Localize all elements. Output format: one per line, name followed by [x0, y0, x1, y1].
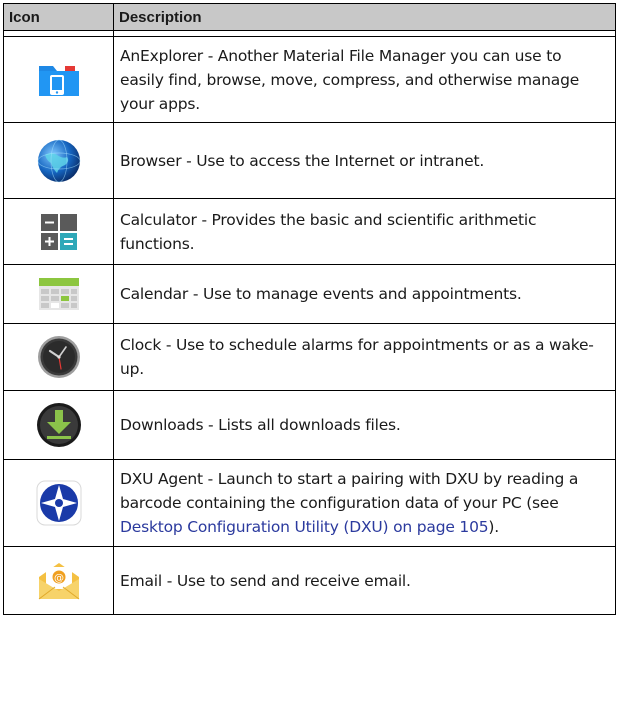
table-row: Browser - Use to access the Internet or …	[3, 122, 616, 199]
dxu-page-link[interactable]: Desktop Configuration Utility (DXU) on p…	[120, 518, 489, 536]
table-row: AnExplorer - Another Material File Manag…	[3, 36, 616, 123]
row-description: DXU Agent - Launch to start a pairing wi…	[113, 459, 616, 547]
calendar-icon	[35, 270, 83, 318]
anexplorer-folder-icon	[35, 56, 83, 104]
row-description-text-end: ).	[488, 518, 499, 536]
table-row: DXU Agent - Launch to start a pairing wi…	[3, 459, 616, 547]
icon-column-header: Icon	[3, 3, 114, 31]
row-description: Clock - Use to schedule alarms for appoi…	[113, 323, 616, 391]
description-column-header: Description	[113, 3, 616, 31]
table-row: Clock - Use to schedule alarms for appoi…	[3, 323, 616, 391]
row-description: Calculator - Provides the basic and scie…	[113, 198, 616, 265]
row-description-text: DXU Agent - Launch to start a pairing wi…	[120, 470, 579, 512]
clock-icon	[35, 333, 83, 381]
globe-icon	[35, 137, 83, 185]
row-description: Browser - Use to access the Internet or …	[113, 122, 616, 199]
download-icon	[35, 401, 83, 449]
row-description: Downloads - Lists all downloads files.	[113, 390, 616, 460]
row-description: AnExplorer - Another Material File Manag…	[113, 36, 616, 123]
table-row: @ Email - Use to send and receive email.	[3, 546, 616, 615]
svg-text:@: @	[54, 573, 64, 584]
apps-table: Icon Description AnExplorer - Another Ma…	[3, 3, 616, 615]
calculator-icon	[35, 208, 83, 256]
row-description: Calendar - Use to manage events and appo…	[113, 264, 616, 324]
dxu-compass-icon	[35, 479, 83, 527]
table-header-row: Icon Description	[3, 3, 616, 31]
table-row: Calendar - Use to manage events and appo…	[3, 264, 616, 324]
row-description: Email - Use to send and receive email.	[113, 546, 616, 615]
email-envelope-icon: @	[35, 557, 83, 605]
table-row: Calculator - Provides the basic and scie…	[3, 198, 616, 265]
table-row: Downloads - Lists all downloads files.	[3, 390, 616, 460]
